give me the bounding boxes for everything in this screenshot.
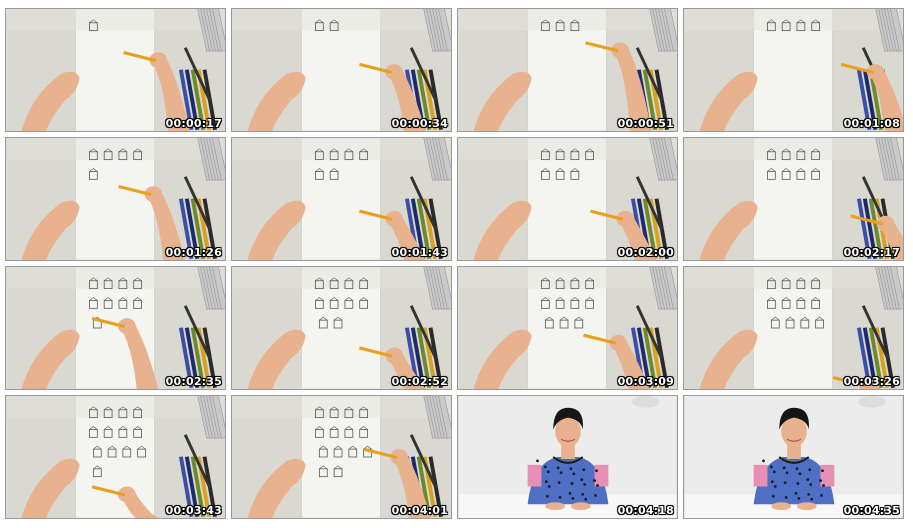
thumbnail-grid: 00:00:17 00:00:34 00:00:51 00:01:08 00:0… xyxy=(5,8,908,522)
drawing-scene xyxy=(458,9,677,131)
video-thumbnail[interactable]: 00:03:09 xyxy=(457,266,678,390)
timestamp-label: 00:02:35 xyxy=(165,375,222,388)
drawing-scene xyxy=(684,138,903,260)
timestamp-label: 00:00:17 xyxy=(165,117,222,130)
timestamp-label: 00:01:43 xyxy=(391,246,448,259)
timestamp-label: 00:01:26 xyxy=(165,246,222,259)
timestamp-label: 00:03:26 xyxy=(843,375,900,388)
timestamp-label: 00:00:51 xyxy=(617,117,674,130)
drawing-scene xyxy=(232,396,451,518)
timestamp-label: 00:03:43 xyxy=(165,504,222,517)
drawing-scene xyxy=(232,267,451,389)
video-thumbnail[interactable]: 00:00:17 xyxy=(5,8,226,132)
video-thumbnail[interactable]: 00:02:17 xyxy=(683,137,904,261)
timestamp-label: 00:04:18 xyxy=(617,504,674,517)
drawing-scene xyxy=(232,138,451,260)
video-thumbnail[interactable]: 00:02:52 xyxy=(231,266,452,390)
drawing-scene xyxy=(684,9,903,131)
drawing-scene xyxy=(6,267,225,389)
video-thumbnail[interactable]: 00:04:18 xyxy=(457,395,678,519)
drawing-scene xyxy=(6,138,225,260)
video-thumbnail[interactable]: 00:02:35 xyxy=(5,266,226,390)
drawing-scene xyxy=(6,396,225,518)
drawing-scene xyxy=(232,9,451,131)
video-thumbnail[interactable]: 00:00:34 xyxy=(231,8,452,132)
presenter-scene xyxy=(684,396,903,518)
video-thumbnail[interactable]: 00:03:26 xyxy=(683,266,904,390)
timestamp-label: 00:00:34 xyxy=(391,117,448,130)
video-thumbnail[interactable]: 00:04:35 xyxy=(683,395,904,519)
video-thumbnail[interactable]: 00:04:01 xyxy=(231,395,452,519)
drawing-scene xyxy=(458,138,677,260)
timestamp-label: 00:03:09 xyxy=(617,375,674,388)
timestamp-label: 00:01:08 xyxy=(843,117,900,130)
timestamp-label: 00:02:17 xyxy=(843,246,900,259)
drawing-scene xyxy=(458,267,677,389)
timestamp-label: 00:04:35 xyxy=(843,504,900,517)
video-thumbnail[interactable]: 00:01:08 xyxy=(683,8,904,132)
drawing-scene xyxy=(6,9,225,131)
video-thumbnail[interactable]: 00:03:43 xyxy=(5,395,226,519)
timestamp-label: 00:02:00 xyxy=(617,246,674,259)
timestamp-label: 00:02:52 xyxy=(391,375,448,388)
video-thumbnail[interactable]: 00:00:51 xyxy=(457,8,678,132)
drawing-scene xyxy=(684,267,903,389)
video-thumbnail[interactable]: 00:02:00 xyxy=(457,137,678,261)
presenter-scene xyxy=(458,396,677,518)
video-thumbnail[interactable]: 00:01:26 xyxy=(5,137,226,261)
video-thumbnail[interactable]: 00:01:43 xyxy=(231,137,452,261)
timestamp-label: 00:04:01 xyxy=(391,504,448,517)
